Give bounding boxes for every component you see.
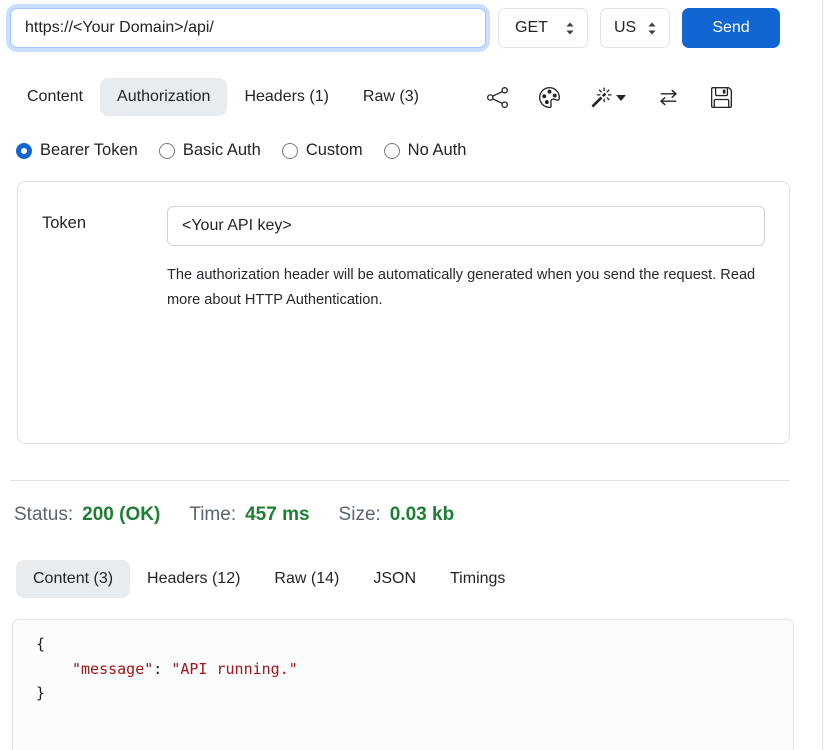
code-line: } [36,681,793,706]
tab-headers[interactable]: Headers (1) [227,78,345,116]
resp-tab-raw[interactable]: Raw (14) [257,560,356,598]
api-client-panel: GET US Send Content Authorization Header… [0,0,780,750]
select-arrows-icon [565,22,575,35]
token-main: The authorization header will be automat… [167,206,765,313]
size-value: 0.03 kb [390,504,454,526]
radio-selected-icon [16,143,32,159]
radio-label: Custom [306,141,363,160]
token-label: Token [42,206,167,233]
request-tabs-row: Content Authorization Headers (1) Raw (3… [10,78,780,116]
save-icon[interactable] [711,87,732,108]
response-tabs: Content (3) Headers (12) Raw (14) JSON T… [10,560,780,598]
page-right-edge [822,0,823,750]
send-button[interactable]: Send [682,8,780,48]
response-body-panel: { "message": "API running." } [12,619,794,750]
resp-tab-json[interactable]: JSON [356,560,433,598]
request-tabs: Content Authorization Headers (1) Raw (3… [10,78,436,116]
region-select-value: US [614,19,636,37]
tab-authorization[interactable]: Authorization [100,78,227,116]
resp-tab-content[interactable]: Content (3) [16,560,130,598]
time-value: 457 ms [245,504,309,526]
status-value: 200 (OK) [82,504,160,526]
response-status-row: Status: 200 (OK) Time: 457 ms Size: 0.03… [10,504,780,526]
code-line: "message": "API running." [36,657,793,682]
radio-unselected-icon [384,143,400,159]
method-select-value: GET [515,19,548,37]
tab-content[interactable]: Content [10,78,100,116]
resp-tab-headers[interactable]: Headers (12) [130,560,257,598]
radio-label: Bearer Token [40,141,138,160]
method-select[interactable]: GET [498,8,588,48]
status-pair: Status: 200 (OK) [14,504,160,526]
section-divider [10,480,790,481]
radio-bearer-token[interactable]: Bearer Token [16,141,138,160]
radio-custom[interactable]: Custom [282,141,363,160]
code-line: { [36,632,793,657]
time-label: Time: [189,504,236,526]
palette-icon[interactable] [539,87,560,108]
json-key: "message" [72,660,153,678]
auth-type-options: Bearer Token Basic Auth Custom No Auth [10,141,780,160]
toolbar [487,87,780,108]
select-arrows-icon [647,22,657,35]
size-pair: Size: 0.03 kb [339,504,455,526]
token-input[interactable] [167,206,765,246]
share-icon[interactable] [487,87,508,108]
json-value: "API running." [171,660,297,678]
token-help-text: The authorization header will be automat… [167,263,765,313]
url-input[interactable] [10,8,486,48]
magic-wand-icon[interactable] [591,87,626,108]
bearer-token-card: Token The authorization header will be a… [17,181,790,444]
chevron-down-icon [616,95,626,101]
swap-arrows-icon[interactable] [657,87,680,108]
region-select[interactable]: US [600,8,670,48]
radio-no-auth[interactable]: No Auth [384,141,467,160]
radio-label: No Auth [408,141,467,160]
radio-basic-auth[interactable]: Basic Auth [159,141,261,160]
json-colon: : [153,660,171,678]
radio-unselected-icon [159,143,175,159]
radio-label: Basic Auth [183,141,261,160]
size-label: Size: [339,504,381,526]
request-bar: GET US Send [10,8,780,48]
time-pair: Time: 457 ms [189,504,309,526]
radio-unselected-icon [282,143,298,159]
tab-raw[interactable]: Raw (3) [346,78,436,116]
status-label: Status: [14,504,73,526]
resp-tab-timings[interactable]: Timings [433,560,522,598]
